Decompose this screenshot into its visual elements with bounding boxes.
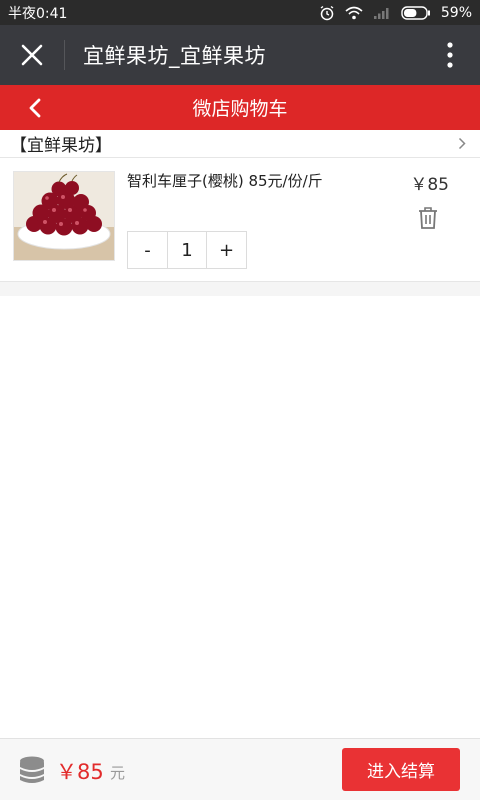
checkout-button[interactable]: 进入结算 bbox=[342, 748, 460, 791]
coins-icon bbox=[20, 756, 44, 783]
section-divider bbox=[0, 282, 480, 296]
chevron-left-icon bbox=[29, 98, 40, 117]
page-title: 宜鲜果坊_宜鲜果坊 bbox=[83, 44, 266, 68]
close-button[interactable] bbox=[0, 25, 64, 85]
quantity-stepper: - 1 + bbox=[127, 231, 247, 269]
back-button[interactable] bbox=[22, 95, 47, 120]
more-button[interactable] bbox=[420, 25, 480, 85]
status-bar: 半夜0:41 59% bbox=[0, 0, 480, 25]
product-name[interactable]: 智利车厘子(樱桃) 85元/份/斤 bbox=[127, 170, 323, 191]
close-icon bbox=[21, 44, 43, 66]
shop-name: 【宜鲜果坊】 bbox=[10, 136, 112, 156]
more-vertical-icon bbox=[447, 42, 453, 68]
product-image[interactable] bbox=[13, 171, 115, 261]
cart-header: 微店购物车 bbox=[0, 85, 480, 130]
battery-icon bbox=[401, 5, 431, 20]
cart-title: 微店购物车 bbox=[192, 98, 288, 120]
trash-icon bbox=[419, 207, 437, 229]
wifi-icon bbox=[345, 6, 363, 20]
status-icons: 59% bbox=[319, 5, 472, 21]
signal-icon bbox=[373, 6, 391, 20]
delete-button[interactable] bbox=[416, 205, 442, 231]
battery-percent: 59% bbox=[440, 4, 472, 21]
product-price: ￥85 bbox=[410, 175, 449, 195]
chevron-right-icon bbox=[458, 137, 466, 150]
checkout-bar: ￥85 元 进入结算 bbox=[0, 738, 480, 800]
title-bar: 宜鲜果坊_宜鲜果坊 bbox=[0, 25, 480, 85]
status-time: 半夜0:41 bbox=[8, 5, 68, 22]
quantity-input[interactable]: 1 bbox=[167, 232, 207, 268]
cart-item: 智利车厘子(樱桃) 85元/份/斤 ￥85 - 1 + bbox=[0, 158, 480, 282]
increase-button[interactable]: + bbox=[207, 232, 246, 268]
currency-unit: 元 bbox=[110, 764, 126, 782]
alarm-icon bbox=[319, 5, 335, 21]
total-price: ￥85 bbox=[56, 760, 104, 784]
shop-row[interactable]: 【宜鲜果坊】 bbox=[0, 130, 480, 158]
decrease-button[interactable]: - bbox=[128, 232, 167, 268]
